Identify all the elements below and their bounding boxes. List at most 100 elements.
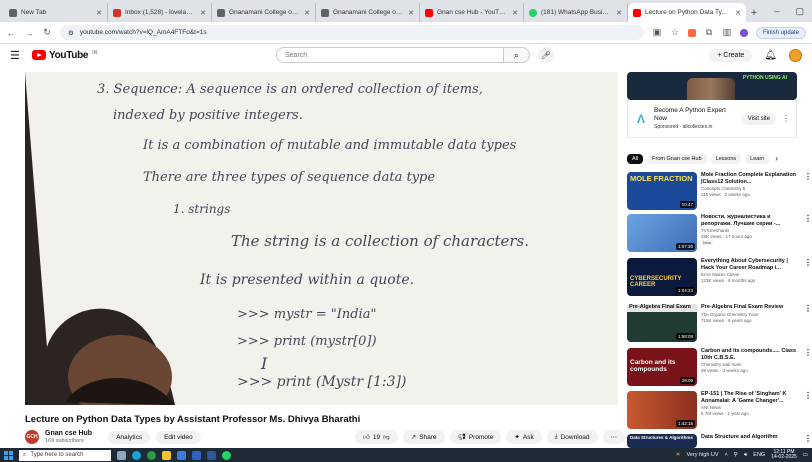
mail-icon[interactable] bbox=[192, 450, 201, 460]
more-options-icon[interactable]: ⋮ bbox=[804, 391, 812, 429]
chip-lessons[interactable]: Lessons bbox=[710, 153, 742, 164]
more-actions-icon[interactable]: ⋯ bbox=[602, 430, 625, 444]
video-title[interactable]: Новости, журналистика и репортажи. Лучши… bbox=[701, 214, 800, 227]
browser-tab[interactable]: Inbox (1,528) - loveladassinh...✕ bbox=[108, 3, 212, 22]
video-thumbnail[interactable]: 1:42:16 bbox=[627, 391, 697, 429]
search-input[interactable] bbox=[276, 47, 504, 63]
thumbs-down-icon[interactable]: 👎︎ bbox=[383, 433, 390, 441]
video-thumbnail[interactable]: 1:07:30 bbox=[627, 214, 697, 252]
site-info-icon[interactable]: ⚙ bbox=[68, 29, 74, 37]
chip-learn[interactable]: Learn bbox=[745, 153, 770, 164]
browser-tab[interactable]: Gnan cse Hub - YouTube ✕ bbox=[420, 3, 524, 22]
cast-icon[interactable]: ▣ bbox=[652, 27, 662, 38]
tab-close-icon[interactable]: ✕ bbox=[616, 9, 622, 17]
network-icon[interactable]: ⚲ bbox=[734, 452, 738, 458]
video-thumbnail[interactable]: MOLE FRACTION 10:47 bbox=[627, 172, 697, 210]
clock[interactable]: 12:11 PM 14-02-2025 bbox=[771, 449, 797, 461]
search-icon[interactable]: ⌕ bbox=[504, 47, 530, 63]
tab-close-icon[interactable]: ✕ bbox=[735, 9, 741, 17]
recommended-video[interactable]: 1:42:16 EP-151 | The Rise of 'Singham' K… bbox=[627, 391, 812, 429]
ask-button[interactable]: ✦ Ask bbox=[506, 430, 542, 444]
tab-close-icon[interactable]: ✕ bbox=[512, 9, 518, 17]
word-icon[interactable] bbox=[207, 450, 216, 460]
tab-close-icon[interactable]: ✕ bbox=[304, 9, 310, 17]
whatsapp-icon[interactable] bbox=[222, 450, 231, 460]
more-options-icon[interactable]: ⋮ bbox=[804, 304, 812, 342]
share-button[interactable]: ↗ Share bbox=[402, 430, 445, 444]
channel-name[interactable]: TVSmeshariki bbox=[701, 228, 800, 233]
video-title[interactable]: Data Structure and Algorithm bbox=[701, 434, 800, 441]
edit-video-button[interactable]: Edit video bbox=[156, 430, 201, 444]
edge-icon[interactable] bbox=[132, 450, 141, 460]
video-thumbnail[interactable]: CYBERSECURITY CAREER 1:04:23 bbox=[627, 258, 697, 296]
new-tab-button[interactable]: + bbox=[746, 3, 762, 22]
notification-center-icon[interactable]: ▭ bbox=[803, 452, 808, 458]
video-player[interactable]: 3. Sequence: A sequence is an ordered co… bbox=[25, 72, 618, 405]
browser-tab[interactable]: New Tab ✕ bbox=[4, 3, 108, 22]
hamburger-menu-icon[interactable]: ☰ bbox=[10, 49, 26, 62]
notifications-bell-icon[interactable]: 🔔︎ bbox=[764, 50, 777, 61]
tab-close-icon[interactable]: ✕ bbox=[408, 9, 414, 17]
bookmark-star-icon[interactable]: ☆ bbox=[670, 27, 680, 38]
recommended-video[interactable]: Carbon and its compounds 28:09 Carbon an… bbox=[627, 348, 812, 386]
video-title[interactable]: Pre-Algebra Final Exam Review bbox=[701, 304, 800, 311]
browser-tab-active[interactable]: Lecture on Python Data Ty... ✕ bbox=[628, 3, 746, 22]
analytics-button[interactable]: Analytics bbox=[108, 430, 151, 444]
channel-name[interactable]: ANI News bbox=[701, 405, 800, 410]
chevron-right-icon[interactable]: › bbox=[775, 154, 778, 163]
weather-text[interactable]: Very high UV bbox=[686, 452, 718, 458]
ad-card[interactable]: Λ Become A Python Expert Now Sponsored ·… bbox=[627, 100, 797, 138]
ad-banner-image[interactable]: PYTHON USING AI bbox=[627, 72, 797, 100]
more-options-icon[interactable]: ⋮ bbox=[804, 214, 812, 252]
video-title[interactable]: Mole Fraction Complete Explanation |Clas… bbox=[701, 172, 800, 185]
channel-name[interactable]: The Organic Chemistry Tutor bbox=[701, 312, 800, 317]
task-view-icon[interactable] bbox=[117, 450, 126, 460]
video-thumbnail[interactable]: Data Structures & Algorithms bbox=[627, 434, 697, 448]
windows-start-icon[interactable] bbox=[4, 450, 13, 460]
recommended-video[interactable]: 1:07:30 Новости, журналистика и репортаж… bbox=[627, 214, 812, 252]
video-title[interactable]: Carbon and its compounds..... Class 10th… bbox=[701, 348, 800, 361]
video-thumbnail[interactable]: Carbon and its compounds 28:09 bbox=[627, 348, 697, 386]
channel-name[interactable]: Concepts Chemistry 5 bbox=[701, 186, 800, 191]
more-options-icon[interactable]: ⋮ bbox=[804, 348, 812, 386]
video-title[interactable]: EP-151 | The Rise of 'Singham' K Annamal… bbox=[701, 391, 800, 404]
more-options-icon[interactable]: ⋮ bbox=[782, 114, 790, 123]
download-button[interactable]: ⤓ Download bbox=[546, 430, 598, 444]
recommended-video[interactable]: CYBERSECURITY CAREER 1:04:23 Everything … bbox=[627, 258, 812, 296]
channel-name[interactable]: Gnan cse Hub bbox=[45, 430, 92, 438]
more-options-icon[interactable]: ⋮ bbox=[804, 172, 812, 210]
maximize-icon[interactable]: ▢ bbox=[795, 6, 804, 17]
language-indicator[interactable]: ENG bbox=[753, 452, 765, 458]
like-button[interactable]: 👍︎ 19 👎︎ bbox=[355, 430, 398, 444]
video-title[interactable]: Everything About Cybersecurity | Hack Yo… bbox=[701, 258, 800, 271]
chip-all[interactable]: All bbox=[627, 153, 644, 164]
visit-site-button[interactable]: Visit site bbox=[741, 112, 776, 125]
url-field[interactable]: ⚙ youtube.com/watch?v=lQ_AmA4FTFo&t=1s bbox=[60, 25, 644, 40]
microphone-icon[interactable]: 🎤︎ bbox=[538, 47, 554, 63]
tab-close-icon[interactable]: ✕ bbox=[200, 9, 206, 17]
more-options-icon[interactable]: ⋮ bbox=[804, 258, 812, 296]
channel-avatar[interactable]: GCH bbox=[25, 430, 39, 444]
browser-tab[interactable]: Gnanamani College of Technol...✕ bbox=[212, 3, 316, 22]
chip-channel[interactable]: From Gnan cse Hub bbox=[647, 153, 707, 164]
recommended-video[interactable]: Data Structures & Algorithms Data Struct… bbox=[627, 434, 812, 448]
volume-icon[interactable]: 🔊︎ bbox=[744, 452, 747, 459]
minimize-icon[interactable]: – bbox=[774, 6, 779, 16]
reload-icon[interactable]: ↻ bbox=[42, 27, 52, 38]
browser-tab[interactable]: (181) WhatsApp Business ✕ bbox=[524, 3, 628, 22]
extension-icon[interactable] bbox=[687, 28, 696, 37]
tray-chevron-up-icon[interactable]: ˄ bbox=[725, 452, 728, 458]
profile-avatar-icon[interactable] bbox=[739, 28, 748, 37]
browser-tab[interactable]: Gnanamani College of Technol...✕ bbox=[316, 3, 420, 22]
taskbar-search[interactable]: ⌕ Type here to search bbox=[19, 449, 111, 461]
create-button[interactable]: + Create bbox=[709, 48, 753, 62]
sidepanel-icon[interactable]: ▥ bbox=[722, 27, 732, 38]
extensions-puzzle-icon[interactable]: ⧉ bbox=[704, 27, 714, 38]
weather-icon[interactable]: ☀ bbox=[676, 452, 681, 458]
video-thumbnail[interactable]: Pre-Algebra Final Exam 1:58:08 bbox=[627, 304, 697, 342]
channel-name[interactable]: Error Makes Clever bbox=[701, 272, 800, 277]
store-icon[interactable] bbox=[177, 450, 186, 460]
recommended-video[interactable]: MOLE FRACTION 10:47 Mole Fraction Comple… bbox=[627, 172, 812, 210]
file-explorer-icon[interactable] bbox=[162, 450, 171, 460]
back-icon[interactable]: ← bbox=[6, 28, 16, 38]
